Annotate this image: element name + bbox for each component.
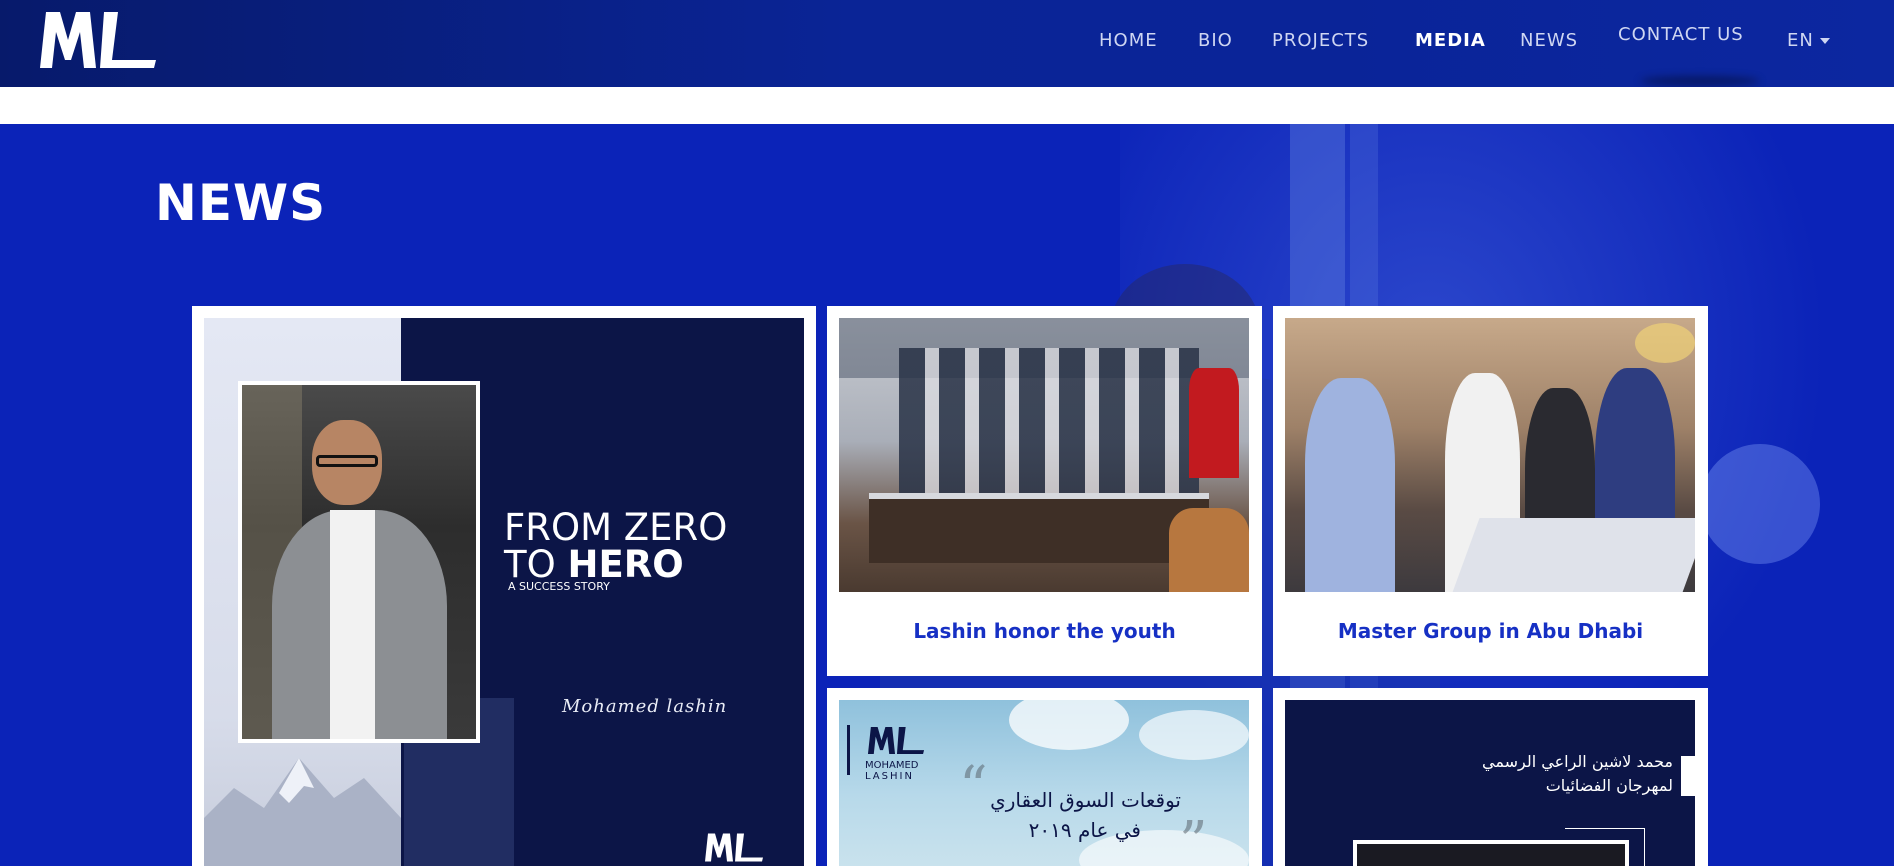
mountain-graphic [204,758,401,866]
card-caption[interactable]: Lashin honor the youth [827,619,1262,643]
news-card-master-group[interactable]: Master Group in Abu Dhabi [1273,306,1708,676]
ml-logo-card [867,726,925,755]
poster-signature: Mohamed lashin [562,696,728,717]
nav-contact-us[interactable]: CONTACT US [1618,24,1744,45]
poster-logo-line1: MOHAMED [865,760,919,771]
language-selector[interactable]: EN [1787,30,1830,51]
ml-logo-small [705,833,763,862]
poster-arabic-line1: محمد لاشين الراعي الرسمي [1482,752,1673,771]
nav-projects[interactable]: PROJECTS [1272,30,1369,51]
news-section: NEWS FROM ZERO TO HERO A SUCCESS STORY M… [0,124,1894,866]
nav-shadow-decoration [1640,76,1760,86]
nav-bio[interactable]: BIO [1198,30,1233,51]
nav-home[interactable]: HOME [1099,30,1158,51]
poster-arabic-line2: لمهرجان الفضائيات [1545,776,1673,795]
poster-inner-frame [1353,840,1629,866]
ml-logo[interactable] [38,10,158,72]
poster-arabic-line2: في عام ٢٠١٩ [1028,818,1141,842]
poster-arabic-line1: توقعات السوق العقاري [990,788,1181,812]
news-card-lashin-honor[interactable]: Lashin honor the youth [827,306,1262,676]
site-header: HOME BIO PROJECTS MEDIA NEWS CONTACT US … [0,0,1894,87]
feature-poster: FROM ZERO TO HERO A SUCCESS STORY Mohame… [204,318,804,866]
news-card-market-forecast[interactable]: MOHAMED LASHIN “ ” توقعات السوق العقاري … [827,688,1262,866]
poster-tagline: A SUCCESS STORY [508,580,610,593]
card-caption[interactable]: Master Group in Abu Dhabi [1273,619,1708,643]
card-photo-group [839,318,1249,592]
background-light [1700,444,1820,564]
language-label: EN [1787,30,1814,51]
poster-accent-bar [1681,756,1695,796]
header-spacer [0,87,1894,124]
news-card-feature[interactable]: FROM ZERO TO HERO A SUCCESS STORY Mohame… [192,306,816,866]
quote-close-icon: ” [1179,810,1208,866]
page-title: NEWS [155,174,327,232]
card-poster-navy: محمد لاشين الراعي الرسمي لمهرجان الفضائي… [1285,700,1695,866]
news-card-festival-sponsor[interactable]: محمد لاشين الراعي الرسمي لمهرجان الفضائي… [1273,688,1708,866]
quote-open-icon: “ [959,755,988,820]
card-photo-event [1285,318,1695,592]
poster-logo-line2: LASHIN [865,771,914,782]
portrait-photo [242,385,476,739]
nav-media[interactable]: MEDIA [1415,30,1486,51]
portrait-frame [238,381,480,743]
nav-news[interactable]: NEWS [1520,30,1578,51]
caret-down-icon [1819,38,1830,44]
poster-divider [847,725,850,775]
card-poster-sky: MOHAMED LASHIN “ ” توقعات السوق العقاري … [839,700,1249,866]
